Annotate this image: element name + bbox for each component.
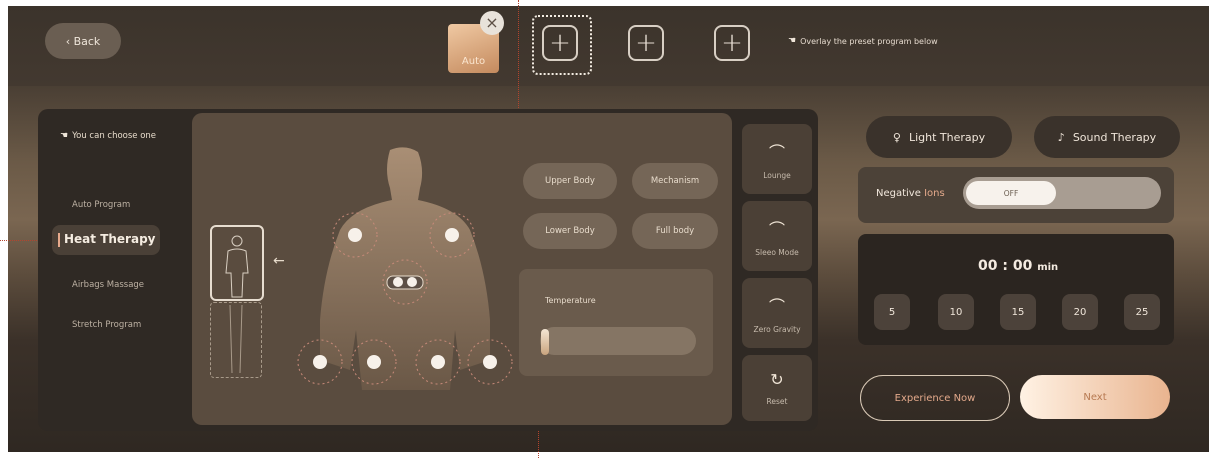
negative-ions-prefix: Negative (876, 188, 921, 199)
hand-pointer-icon: ☚ (788, 36, 797, 46)
body-figure (297, 147, 513, 390)
light-therapy-button[interactable]: ♀ Light Therapy (866, 116, 1012, 158)
temperature-slider-handle[interactable] (541, 329, 549, 355)
lightbulb-icon: ♀ (892, 130, 901, 144)
menu-heat-therapy-label: Heat Therapy (64, 232, 156, 246)
negative-ions-accent: Ions (924, 188, 945, 199)
active-indicator (58, 233, 60, 247)
overlay-hint-text: Overlay the preset program below (800, 36, 938, 46)
heat-label-text: Heat Therapy (64, 232, 156, 246)
zone-back-point-b (407, 277, 417, 287)
reset-button[interactable]: ↻ Reset (742, 355, 812, 421)
zone-left-shoulder-point (348, 228, 362, 242)
sound-therapy-button[interactable]: ♪ Sound Therapy (1034, 116, 1180, 158)
timer-unit: min (1037, 262, 1059, 273)
menu-auto-program[interactable]: Auto Program (72, 200, 130, 210)
choose-hint-text: You can choose one (72, 131, 157, 141)
music-note-icon: ♪ (1057, 130, 1065, 144)
body-silhouette-icon (225, 235, 249, 298)
hand-pointer-icon: ☚ (60, 131, 69, 141)
zone-right-hip-point (431, 355, 445, 369)
lounge-label: Lounge (763, 170, 791, 180)
full-body-button[interactable]: Full body (632, 213, 718, 249)
negative-ions-toggle-knob[interactable]: OFF (966, 181, 1056, 205)
sleep-mode-button[interactable]: ⌒ Sleeo Mode (742, 201, 812, 271)
zone-back-point-a (393, 277, 403, 287)
timer-option-20[interactable]: 20 (1062, 294, 1098, 330)
body-silhouette-shape (320, 147, 490, 390)
choose-hint: ☚ You can choose one (60, 131, 156, 141)
close-icon[interactable]: × (480, 11, 504, 35)
reset-label: Reset (766, 397, 788, 406)
back-button[interactable]: ‹ Back (45, 23, 121, 59)
lounge-button[interactable]: ⌒ Lounge (742, 124, 812, 194)
zero-gravity-button[interactable]: ⌒ Zero Gravity (742, 278, 812, 348)
zero-gravity-label: Zero Gravity (753, 324, 801, 334)
zone-right-shoulder-point (445, 228, 459, 242)
zone-right-hand-point (483, 355, 497, 369)
upper-body-preview[interactable] (210, 225, 264, 301)
timer-option-5[interactable]: 5 (874, 294, 910, 330)
light-therapy-label: Light Therapy (908, 130, 986, 144)
lower-body-button[interactable]: Lower Body (523, 213, 617, 249)
sound-therapy-label: Sound Therapy (1072, 130, 1157, 144)
arrow-left-icon: ← (273, 253, 285, 269)
experience-now-button[interactable]: Experience Now (860, 375, 1010, 421)
sleep-mode-icon: ⌒ (768, 219, 785, 239)
temperature-label: Temperature (545, 296, 596, 305)
zone-left-hip-point (367, 355, 381, 369)
top-bar (8, 6, 1209, 86)
mechanism-button[interactable]: Mechanism (632, 163, 718, 199)
timer-display: 00 : 00 min (978, 258, 1058, 274)
overlay-hint: ☚ Overlay the preset program below (788, 36, 938, 46)
add-slot-1-button[interactable]: + (542, 25, 578, 61)
add-slot-2-button[interactable]: + (628, 25, 664, 61)
legs-silhouette-icon (229, 304, 243, 374)
timer-value: 00 : 00 (978, 258, 1033, 274)
next-button[interactable]: Next (1020, 375, 1170, 419)
zone-left-hand-point (313, 355, 327, 369)
temperature-panel (519, 269, 713, 376)
temperature-slider[interactable] (540, 327, 696, 355)
upper-body-button[interactable]: Upper Body (523, 163, 617, 199)
add-slot-3-button[interactable]: + (714, 25, 750, 61)
timer-option-25[interactable]: 25 (1124, 294, 1160, 330)
negative-ions-label: Negative Ions (876, 188, 945, 199)
zero-gravity-icon: ⌒ (768, 296, 785, 316)
sleep-mode-label: Sleeo Mode (755, 247, 799, 257)
zone-back-roller (386, 275, 424, 290)
reset-icon: ↻ (770, 370, 784, 389)
lower-body-preview[interactable] (210, 302, 262, 378)
timer-option-15[interactable]: 15 (1000, 294, 1036, 330)
menu-airbags-massage[interactable]: Airbags Massage (72, 280, 144, 290)
lounge-icon: ⌒ (768, 142, 785, 162)
menu-stretch-program[interactable]: Stretch Program (72, 320, 141, 330)
timer-option-10[interactable]: 10 (938, 294, 974, 330)
